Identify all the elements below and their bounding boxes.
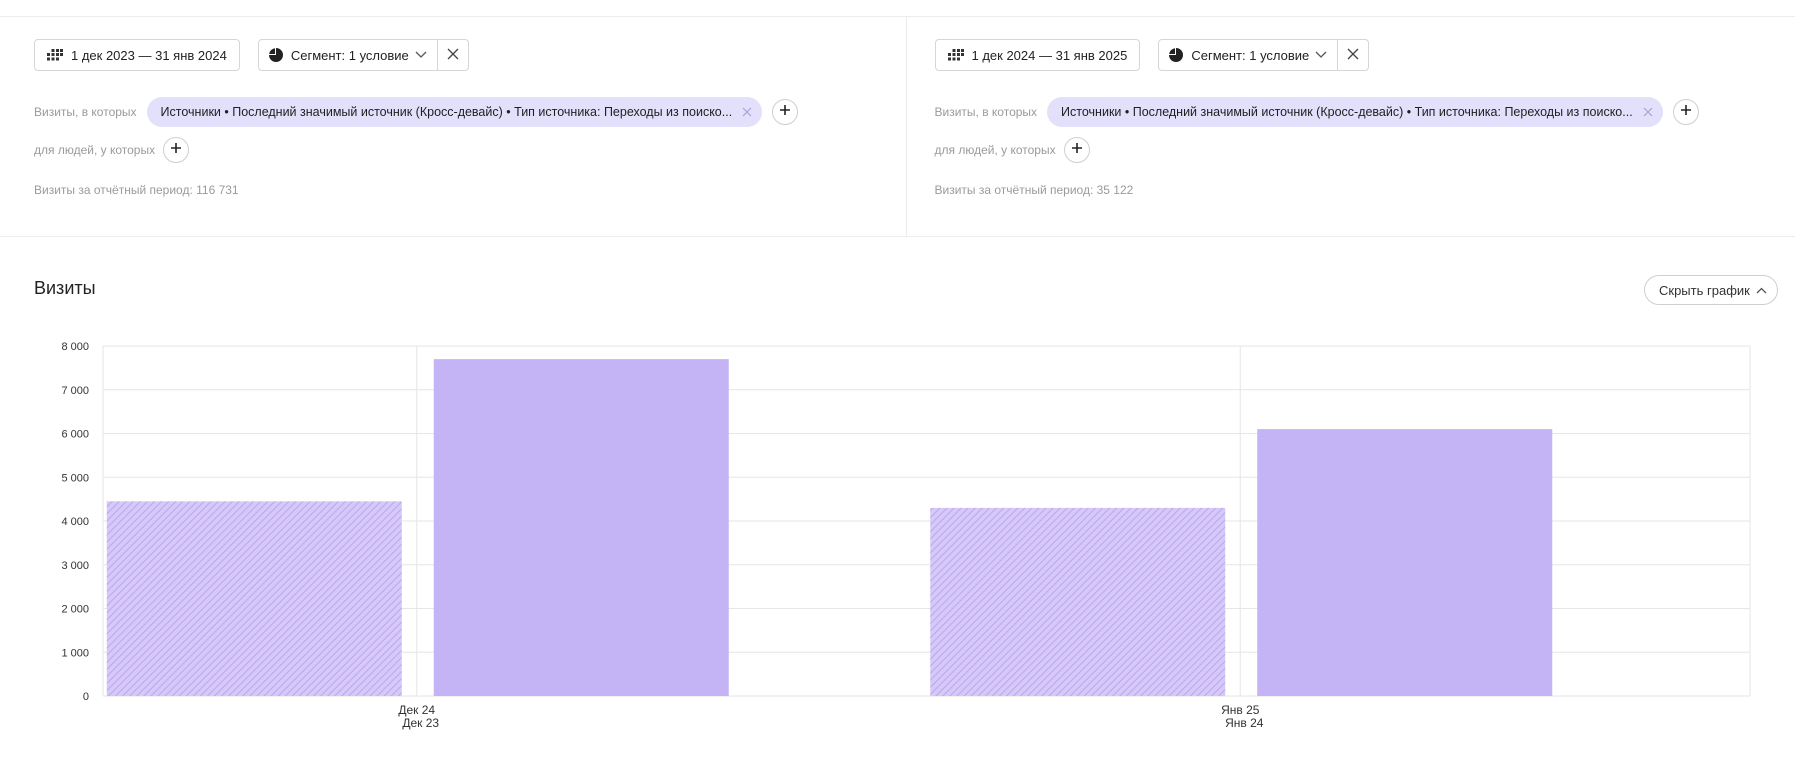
left-segment-selector[interactable]: Сегмент: 1 условие <box>257 39 469 71</box>
right-condition-chip[interactable]: Источники • Последний значимый источник … <box>1047 97 1663 127</box>
right-date-range-label: 1 дек 2024 — 31 янв 2025 <box>971 47 1128 63</box>
right-condition-row: Визиты, в которых Источники • Последний … <box>935 97 1699 127</box>
close-icon[interactable] <box>742 107 752 117</box>
right-segment-panel: 1 дек 2024 — 31 янв 2025 Сегмент: 1 усло… <box>905 17 1795 236</box>
left-segment-clear-button[interactable] <box>438 40 468 70</box>
right-visits-where-label: Визиты, в которых <box>934 105 1038 119</box>
left-date-range-label: 1 дек 2023 — 31 янв 2024 <box>71 47 227 63</box>
right-date-range-button[interactable]: 1 дек 2024 — 31 янв 2025 <box>934 39 1141 71</box>
left-controls: 1 дек 2023 — 31 янв 2024 Сегмент: 1 усло… <box>34 39 469 71</box>
right-controls: 1 дек 2024 — 31 янв 2025 Сегмент: 1 усло… <box>934 39 1370 71</box>
x-tick-label-top: Янв 25 <box>1221 703 1260 717</box>
bar-solid-1 <box>1257 429 1553 696</box>
segment-panels: 1 дек 2023 — 31 янв 2024 Сегмент: 1 усло… <box>0 17 1795 236</box>
x-tick-label-bottom: Янв 24 <box>1225 716 1264 730</box>
hide-chart-label: Скрыть график <box>1659 282 1750 298</box>
left-period-visits: Визиты за отчётный период: 116 731 <box>34 183 239 197</box>
y-tick-label: 4 000 <box>61 516 89 528</box>
left-segment-dropdown[interactable]: Сегмент: 1 условие <box>259 40 438 70</box>
right-people-row: для людей, у которых <box>935 137 1090 163</box>
pie-segment-icon <box>1169 48 1184 62</box>
y-tick-label: 8 000 <box>61 341 89 353</box>
left-add-condition-button[interactable] <box>772 99 799 125</box>
left-visits-where-label: Визиты, в которых <box>34 105 137 119</box>
chart-section-title: Визиты <box>34 278 96 298</box>
chevron-down-icon <box>1315 51 1327 59</box>
bar-solid-0 <box>433 359 729 696</box>
x-tick-label-top: Дек 24 <box>398 703 435 717</box>
right-add-condition-button[interactable] <box>1672 99 1699 125</box>
left-date-range-button[interactable]: 1 дек 2023 — 31 янв 2024 <box>34 39 240 71</box>
right-period-visits: Визиты за отчётный период: 35 122 <box>934 183 1134 197</box>
close-icon[interactable] <box>1643 107 1653 117</box>
left-condition-chip[interactable]: Источники • Последний значимый источник … <box>146 97 763 127</box>
left-people-row: для людей, у которых <box>34 137 190 163</box>
panels-divider <box>0 236 1795 237</box>
right-segment-clear-button[interactable] <box>1338 40 1368 70</box>
calendar-grid-icon <box>47 49 63 61</box>
left-condition-row: Визиты, в которых Источники • Последний … <box>34 97 799 127</box>
bar-hatched-1 <box>930 507 1226 696</box>
left-segment-label: Сегмент: 1 условие <box>290 47 409 63</box>
y-tick-label: 2 000 <box>61 604 89 616</box>
right-add-people-condition-button[interactable] <box>1063 137 1090 163</box>
plus-icon <box>1680 103 1692 121</box>
plus-icon <box>779 103 791 121</box>
y-tick-label: 7 000 <box>61 385 89 397</box>
right-condition-text: Источники • Последний значимый источник … <box>1061 105 1633 119</box>
right-segment-label: Сегмент: 1 условие <box>1191 47 1310 63</box>
close-icon <box>1347 48 1359 63</box>
y-tick-label: 0 <box>83 691 89 703</box>
chart-bars <box>106 359 1553 696</box>
y-tick-label: 1 000 <box>61 647 89 659</box>
y-tick-label: 6 000 <box>61 429 89 441</box>
left-condition-text: Источники • Последний значимый источник … <box>160 105 733 119</box>
left-add-people-condition-button[interactable] <box>163 137 190 163</box>
y-tick-label: 5 000 <box>61 472 89 484</box>
hide-chart-button[interactable]: Скрыть график <box>1644 275 1778 305</box>
chart-y-axis: 0 1 000 2 000 3 000 4 000 5 000 6 000 7 000 8 00… <box>61 341 89 703</box>
bar-hatched-0 <box>106 501 402 696</box>
left-segment-panel: 1 дек 2023 — 31 янв 2024 Сегмент: 1 усло… <box>0 17 906 236</box>
left-people-where-label: для людей, у которых <box>34 143 156 157</box>
chevron-down-icon <box>415 51 427 59</box>
right-segment-dropdown[interactable]: Сегмент: 1 условие <box>1159 40 1339 70</box>
x-tick-label-bottom: Дек 23 <box>402 716 439 730</box>
pie-segment-icon <box>268 48 283 62</box>
visits-bar-chart: 0 1 000 2 000 3 000 4 000 5 000 6 000 7 000 8 00… <box>61 341 1751 730</box>
chart-x-axis: Дек 24Дек 23 Янв 25Янв 24 <box>398 703 1263 730</box>
plus-icon <box>1071 141 1083 159</box>
right-segment-selector[interactable]: Сегмент: 1 условие <box>1158 39 1370 71</box>
calendar-grid-icon <box>947 49 964 61</box>
close-icon <box>447 48 459 63</box>
chevron-up-icon <box>1756 287 1767 294</box>
right-people-where-label: для людей, у которых <box>934 143 1056 157</box>
plus-icon <box>170 141 182 159</box>
y-tick-label: 3 000 <box>61 560 89 572</box>
